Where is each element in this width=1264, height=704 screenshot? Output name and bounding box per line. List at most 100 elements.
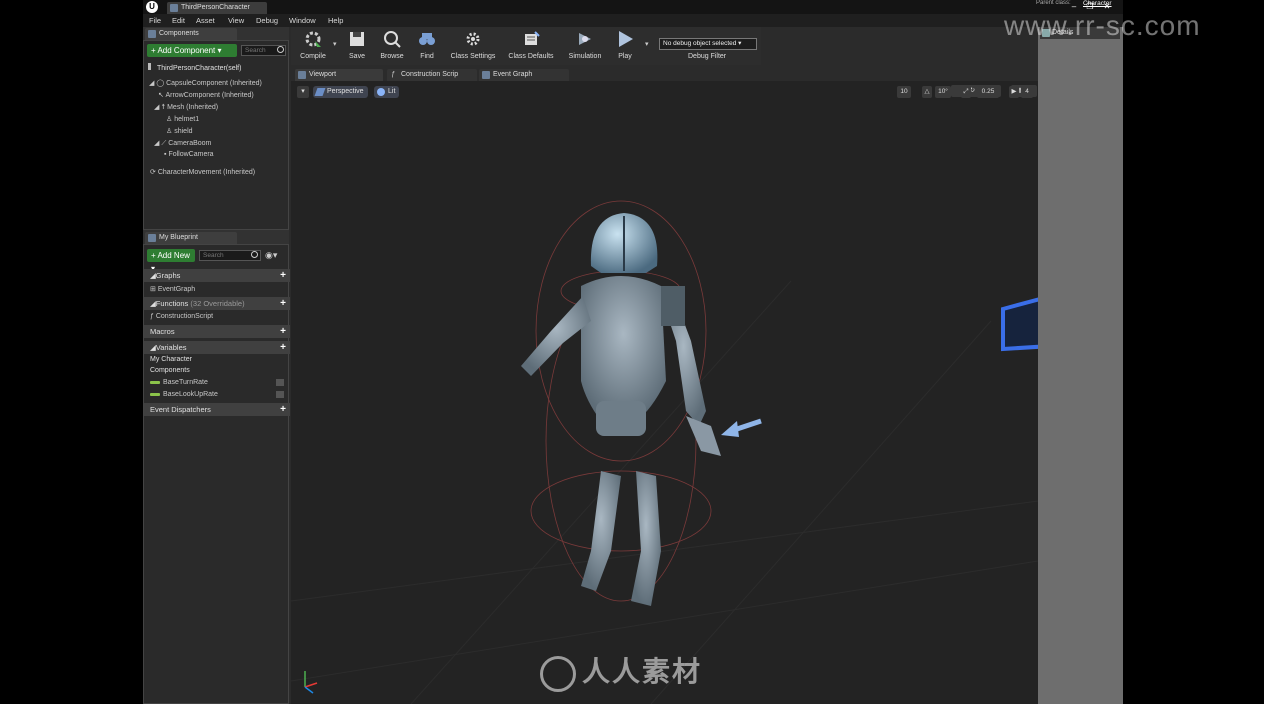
add-component-button[interactable]: + Add Component ▾ bbox=[147, 44, 237, 57]
eye-closed-icon[interactable] bbox=[276, 391, 284, 398]
menu-window[interactable]: Window bbox=[289, 16, 316, 25]
tree-item-self[interactable]: ThirdPersonCharacter(self) bbox=[148, 63, 241, 72]
compile-label: Compile bbox=[300, 53, 326, 60]
category-components[interactable]: Components bbox=[150, 367, 190, 374]
simulation-label: Simulation bbox=[568, 53, 602, 60]
menu-bar: File Edit Asset View Debug Window Help bbox=[143, 14, 1123, 27]
section-variables[interactable]: ◢Variables + bbox=[144, 341, 290, 354]
section-functions[interactable]: ◢Functions (32 Overridable) + bbox=[144, 297, 290, 310]
title-bar: U ThirdPersonCharacter Parent class: Cha… bbox=[143, 0, 1123, 14]
scale-snap-icon[interactable]: ⤢ bbox=[961, 86, 971, 98]
viewport[interactable]: ▾ Perspective Lit ✥ ↻ ⤡ ◎ ▦ ▤ bbox=[291, 81, 1038, 704]
menu-asset[interactable]: Asset bbox=[196, 16, 215, 25]
menu-edit[interactable]: Edit bbox=[172, 16, 185, 25]
camera-speed-value[interactable]: 4 bbox=[1021, 86, 1033, 98]
tree-item-shield[interactable]: ♙ shield bbox=[166, 127, 193, 135]
tab-event-graph[interactable]: Event Graph bbox=[479, 69, 569, 81]
compile-button[interactable]: Compile bbox=[291, 29, 335, 63]
compile-dropdown-icon[interactable]: ▾ bbox=[333, 40, 337, 48]
function-icon: ƒ bbox=[391, 71, 395, 78]
variable-base-lookup-rate[interactable]: BaseLookUpRate bbox=[150, 391, 218, 398]
blueprint-icon bbox=[170, 4, 178, 12]
add-new-button[interactable]: + Add New ▾ bbox=[147, 249, 195, 273]
add-variable-icon[interactable]: + bbox=[280, 341, 286, 354]
section-macros[interactable]: Macros + bbox=[144, 325, 290, 338]
event-dispatchers-label: Event Dispatchers bbox=[150, 405, 211, 414]
url-watermark: www.rr-sc.com bbox=[1004, 10, 1201, 41]
components-tree-panel: + Add Component ▾ Search ThirdPersonChar… bbox=[143, 40, 289, 230]
variable-base-turn-rate[interactable]: BaseTurnRate bbox=[150, 379, 208, 386]
menu-debug[interactable]: Debug bbox=[256, 16, 278, 25]
find-button[interactable]: Find bbox=[409, 29, 445, 63]
rotation-snap-icon[interactable]: △ bbox=[922, 86, 932, 98]
eye-icon[interactable]: ◉▾ bbox=[265, 250, 277, 261]
class-defaults-button[interactable]: Class Defaults bbox=[501, 29, 561, 63]
construction-tab-label: Construction Scrip bbox=[401, 71, 459, 78]
mesh-label: Mesh (Inherited) bbox=[167, 104, 219, 111]
event-graph-label: EventGraph bbox=[157, 286, 196, 293]
grid-snap-value[interactable]: 10 bbox=[897, 86, 911, 98]
class-settings-button[interactable]: Class Settings bbox=[443, 29, 503, 63]
save-button[interactable]: Save bbox=[339, 29, 375, 63]
category-my-character[interactable]: My Character bbox=[150, 356, 192, 363]
menu-help[interactable]: Help bbox=[328, 16, 343, 25]
viewport-options-dropdown[interactable]: ▾ bbox=[297, 86, 309, 98]
play-dropdown-icon[interactable]: ▾ bbox=[645, 40, 649, 48]
section-graphs[interactable]: ◢Graphs + bbox=[144, 269, 290, 282]
play-label: Play bbox=[618, 53, 632, 60]
play-button[interactable]: Play bbox=[605, 29, 645, 63]
floor-grid bbox=[291, 280, 1038, 704]
add-macro-icon[interactable]: + bbox=[280, 325, 286, 338]
axis-widget bbox=[304, 671, 318, 694]
add-dispatcher-icon[interactable]: + bbox=[280, 403, 286, 416]
tree-item-helmet[interactable]: ♙ helmet1 bbox=[166, 115, 199, 123]
add-graph-icon[interactable]: + bbox=[280, 269, 286, 282]
debug-object-select[interactable]: No debug object selected ▾ bbox=[659, 38, 757, 50]
perspective-button[interactable]: Perspective bbox=[313, 86, 368, 98]
construction-script-item[interactable]: ƒ ConstructionScript bbox=[150, 313, 213, 320]
tab-construction-script[interactable]: ƒ Construction Scrip bbox=[387, 69, 477, 81]
followcamera-label: FollowCamera bbox=[168, 151, 214, 158]
asset-tab[interactable]: ThirdPersonCharacter bbox=[167, 2, 267, 14]
perspective-icon bbox=[314, 88, 326, 96]
event-graph-tab-label: Event Graph bbox=[493, 71, 533, 78]
section-event-dispatchers[interactable]: Event Dispatchers + bbox=[144, 403, 290, 416]
cameraboom-label: CameraBoom bbox=[168, 140, 212, 147]
tree-item-cameraboom[interactable]: ◢ ⟋ CameraBoom bbox=[154, 139, 211, 148]
camera-speed-icon[interactable]: ▶ bbox=[1009, 86, 1019, 98]
tab-components[interactable]: Components bbox=[145, 28, 237, 40]
tree-item-mesh[interactable]: ◢ ☨ Mesh (Inherited) bbox=[154, 103, 218, 111]
shield-label: shield bbox=[174, 128, 193, 135]
lit-label: Lit bbox=[388, 88, 396, 95]
tab-viewport[interactable]: Viewport bbox=[295, 69, 383, 81]
eye-closed-icon[interactable] bbox=[276, 379, 284, 386]
play-icon bbox=[619, 31, 633, 47]
functions-overridable-label: (32 Overridable) bbox=[190, 299, 245, 308]
self-item-label: ThirdPersonCharacter(self) bbox=[157, 65, 242, 72]
blueprint-tab-icon bbox=[148, 234, 156, 242]
viewport-icon bbox=[298, 71, 306, 79]
scale-snap-value[interactable]: 0.25 bbox=[977, 86, 999, 98]
watermark-logo-icon bbox=[540, 655, 576, 692]
tree-item-arrow[interactable]: ↖ ArrowComponent (Inherited) bbox=[158, 91, 254, 99]
ue-editor-window: U ThirdPersonCharacter Parent class: Cha… bbox=[143, 0, 1123, 704]
simulation-button[interactable]: Simulation bbox=[563, 29, 607, 63]
tree-item-charmovement[interactable]: ⟳ CharacterMovement (Inherited) bbox=[150, 168, 255, 176]
my-blueprint-tab-label: My Blueprint bbox=[159, 234, 198, 241]
components-tab-label: Components bbox=[159, 30, 199, 37]
center-watermark: 人人素材 bbox=[540, 650, 702, 692]
compile-icon bbox=[305, 31, 321, 47]
event-graph-item[interactable]: ⊞ EventGraph bbox=[150, 285, 195, 293]
add-function-icon[interactable]: + bbox=[280, 297, 286, 310]
browse-button[interactable]: Browse bbox=[373, 29, 411, 63]
var2-label: BaseLookUpRate bbox=[163, 391, 218, 398]
rotation-snap-value[interactable]: 10° bbox=[935, 86, 951, 98]
tree-item-capsule[interactable]: ◢ ◯ CapsuleComponent (Inherited) bbox=[149, 79, 262, 87]
menu-file[interactable]: File bbox=[149, 16, 161, 25]
menu-view[interactable]: View bbox=[228, 16, 244, 25]
tree-item-followcamera[interactable]: ▪ FollowCamera bbox=[164, 151, 214, 158]
lit-button[interactable]: Lit bbox=[374, 86, 400, 98]
class-settings-label: Class Settings bbox=[450, 53, 496, 60]
search-icon bbox=[251, 251, 258, 258]
tab-my-blueprint[interactable]: My Blueprint bbox=[145, 232, 237, 244]
